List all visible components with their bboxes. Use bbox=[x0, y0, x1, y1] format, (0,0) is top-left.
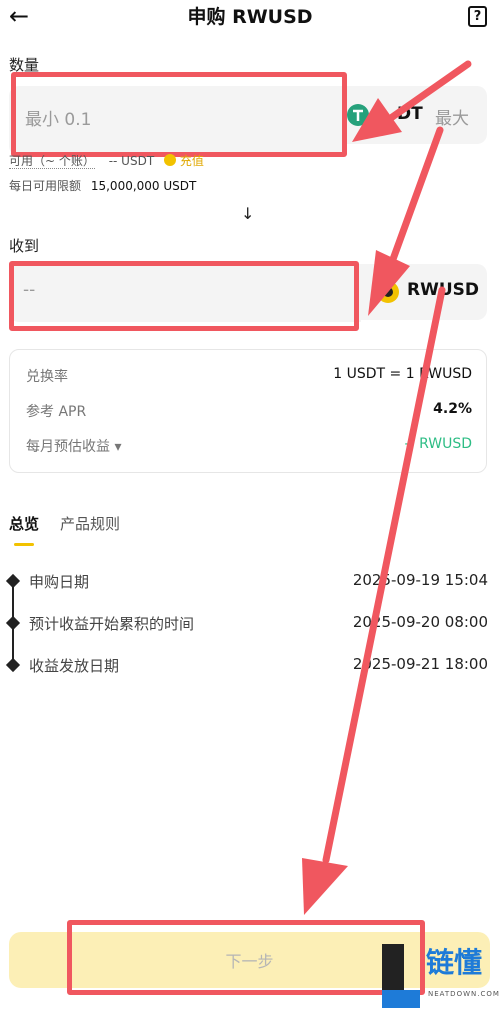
annotation-arrow-next bbox=[322, 286, 446, 864]
watermark-site: NEATDOWN.COM bbox=[428, 990, 500, 998]
annotation-arrow-receive bbox=[388, 126, 444, 266]
watermark-brand: 链懂 bbox=[426, 946, 483, 979]
annotation-arrowhead bbox=[368, 250, 410, 316]
annotation-arrowhead bbox=[352, 98, 402, 142]
watermark-logo-foot bbox=[382, 990, 420, 1008]
annotation-arrowhead bbox=[302, 858, 348, 915]
annotation-arrow-amount bbox=[384, 60, 472, 124]
annotation-arrows bbox=[302, 60, 472, 915]
watermark: 链懂 NEATDOWN.COM bbox=[382, 942, 500, 1010]
